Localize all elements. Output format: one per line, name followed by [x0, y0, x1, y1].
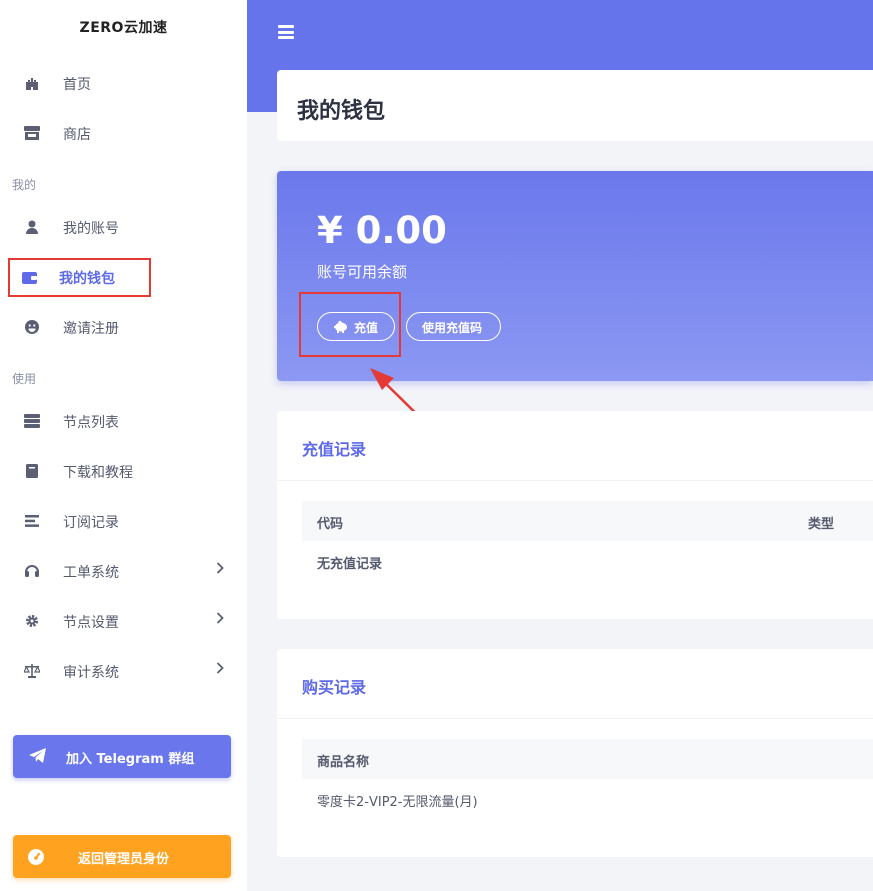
return-admin-button[interactable]: 返回管理员身份 — [13, 835, 231, 878]
divider — [277, 480, 873, 481]
castle-icon — [24, 75, 40, 91]
sidebar-item-label: 工单系统 — [63, 565, 119, 581]
recharge-records-card: 充值记录 代码 类型 无充值记录 — [277, 411, 873, 619]
join-telegram-label: 加入 Telegram 群组 — [66, 752, 195, 767]
divider — [277, 718, 873, 719]
chevron-right-icon — [216, 662, 228, 678]
join-telegram-button[interactable]: 加入 Telegram 群组 — [13, 735, 231, 778]
user-icon — [24, 219, 40, 235]
purchase-records-title: 购买记录 — [302, 678, 367, 697]
page-title: 我的钱包 — [297, 99, 386, 124]
scale-icon — [24, 663, 40, 679]
page-title-card: 我的钱包 — [277, 70, 873, 141]
list-icon — [24, 513, 40, 529]
headset-icon — [24, 563, 40, 579]
return-admin-label: 返回管理员身份 — [78, 852, 170, 867]
book-icon — [24, 463, 40, 479]
chevron-right-icon — [216, 612, 228, 628]
sidebar-item-label: 我的账号 — [63, 221, 119, 237]
empty-state-text: 无充值记录 — [317, 557, 383, 572]
recharge-records-title: 充值记录 — [302, 440, 367, 459]
sidebar-item-label: 订阅记录 — [63, 515, 119, 531]
server-icon — [24, 413, 40, 429]
sidebar-item-audit[interactable]: 审计系统 — [0, 654, 247, 688]
sidebar-item-store[interactable]: 商店 — [0, 116, 247, 150]
table-row: 零度卡2-VIP2-无限流量(月) — [317, 795, 478, 810]
sidebar-item-node-settings[interactable]: 节点设置 — [0, 604, 247, 638]
store-icon — [24, 125, 40, 141]
hamburger-menu-icon[interactable] — [278, 25, 294, 39]
balance-label: 账号可用余额 — [317, 263, 408, 281]
sidebar-item-invite[interactable]: 邀请注册 — [0, 310, 247, 344]
highlight-box-recharge — [299, 292, 401, 357]
section-header-use: 使用 — [12, 372, 37, 386]
sidebar-item-home[interactable]: 首页 — [0, 66, 247, 100]
purchase-records-card: 购买记录 商品名称 零度卡2-VIP2-无限流量(月) — [277, 649, 873, 857]
column-header-product-name: 商品名称 — [317, 755, 370, 770]
column-header-type: 类型 — [808, 517, 835, 532]
sidebar-item-subscriptions[interactable]: 订阅记录 — [0, 504, 247, 538]
sidebar-item-label: 首页 — [63, 77, 91, 93]
use-recharge-code-label: 使用充值码 — [422, 321, 483, 335]
telegram-icon — [29, 748, 47, 764]
sidebar-item-label: 邀请注册 — [63, 321, 119, 337]
sidebar-item-downloads[interactable]: 下载和教程 — [0, 454, 247, 488]
sidebar-item-wallet[interactable]: 我的钱包 — [8, 258, 151, 297]
sidebar-item-label: 审计系统 — [63, 665, 119, 681]
sidebar-item-tickets[interactable]: 工单系统 — [0, 554, 247, 588]
use-recharge-code-button[interactable]: 使用充值码 — [406, 312, 501, 341]
sidebar-item-label: 节点列表 — [63, 415, 119, 431]
recharge-table-header: 代码 类型 — [302, 501, 873, 541]
sidebar-item-label: 下载和教程 — [63, 465, 133, 481]
sidebar-item-account[interactable]: 我的账号 — [0, 210, 247, 244]
sidebar: ZERO云加速 首页 商店 我的 我的账号 我的钱包 邀请注册 使用 节点列表 … — [0, 0, 247, 891]
chevron-right-icon — [216, 562, 228, 578]
wallet-icon — [22, 270, 38, 286]
section-header-mine: 我的 — [12, 178, 37, 192]
sidebar-item-node-list[interactable]: 节点列表 — [0, 404, 247, 438]
gear-icon — [24, 613, 40, 629]
sidebar-item-label: 我的钱包 — [59, 271, 115, 287]
balance-amount: ¥ 0.00 — [317, 209, 447, 252]
brand-logo-text[interactable]: ZERO云加速 — [0, 17, 247, 37]
sidebar-item-label: 商店 — [63, 127, 91, 143]
dashboard-gauge-icon — [27, 848, 45, 866]
purchase-table-header: 商品名称 — [302, 739, 873, 779]
sidebar-item-label: 节点设置 — [63, 615, 119, 631]
smile-icon — [24, 319, 40, 335]
column-header-code: 代码 — [317, 517, 344, 532]
